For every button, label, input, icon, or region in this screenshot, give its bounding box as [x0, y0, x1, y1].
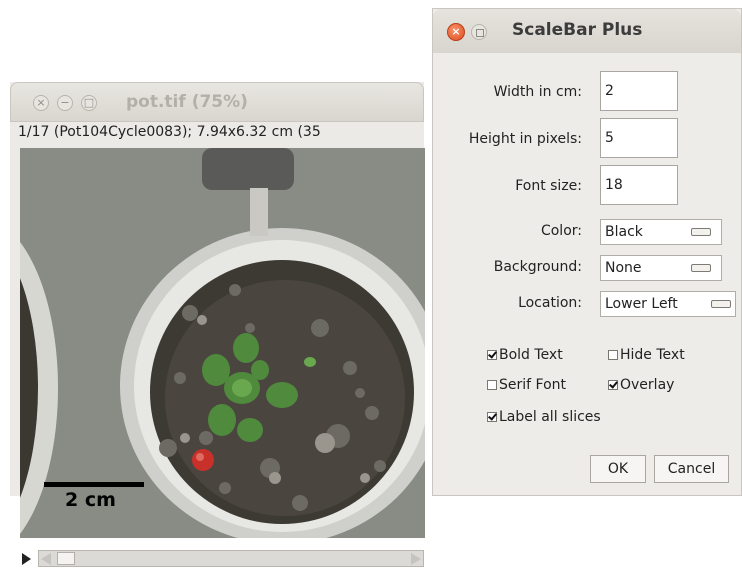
ok-button[interactable]: OK [590, 455, 646, 483]
overlay-checkbox[interactable]: Overlay [608, 377, 674, 393]
slice-navigation [20, 549, 425, 569]
plant-image[interactable]: 2 cm [20, 148, 425, 538]
bold-text-label: Bold Text [499, 347, 563, 363]
dropdown-icon [691, 228, 711, 236]
overlay-label: Overlay [620, 377, 675, 393]
scroll-right-arrow-icon[interactable] [411, 553, 421, 565]
play-icon[interactable] [22, 553, 31, 565]
font-size-label: Font size: [515, 178, 582, 194]
dialog-title: ScaleBar Plus [512, 20, 643, 40]
height-input[interactable] [600, 118, 678, 158]
dropdown-icon [711, 300, 731, 308]
close-icon[interactable]: × [447, 23, 465, 41]
scroll-thumb[interactable] [57, 552, 75, 565]
scroll-left-arrow-icon[interactable] [41, 553, 51, 565]
height-label: Height in pixels: [468, 131, 582, 147]
location-select-value: Lower Left [605, 296, 678, 312]
serif-font-label: Serif Font [499, 377, 567, 393]
plant-photo-graphic [20, 148, 425, 538]
checkbox-unchecked-icon[interactable] [608, 350, 618, 360]
checkbox-checked-icon[interactable] [487, 350, 497, 360]
slice-scrollbar[interactable] [38, 550, 424, 567]
background-select[interactable]: None [600, 255, 722, 281]
label-all-slices-checkbox[interactable]: Label all slices [487, 409, 601, 425]
scale-bar-line [44, 482, 144, 487]
image-window: × − □ pot.tif (75%) 1/17 (Pot104Cycle008… [10, 82, 425, 567]
label-all-slices-label: Label all slices [499, 409, 601, 425]
location-select[interactable]: Lower Left [600, 291, 736, 317]
width-input[interactable] [600, 71, 678, 111]
checkbox-checked-icon[interactable] [487, 412, 497, 422]
checkbox-checked-icon[interactable] [608, 380, 618, 390]
maximize-icon[interactable] [471, 24, 487, 40]
background-select-value: None [605, 260, 642, 276]
close-icon[interactable]: × [33, 95, 49, 111]
bold-text-checkbox[interactable]: Bold Text [487, 347, 563, 363]
background-label: Background: [493, 259, 582, 275]
image-window-titlebar[interactable]: × − □ pot.tif (75%) [10, 82, 424, 122]
scalebar-dialog: × ScaleBar Plus Width in cm: Height in p… [432, 8, 742, 496]
color-label: Color: [540, 223, 582, 239]
image-window-title: pot.tif (75%) [126, 92, 248, 112]
color-select-value: Black [605, 224, 643, 240]
checkbox-unchecked-icon[interactable] [487, 380, 497, 390]
scale-bar-label: 2 cm [65, 489, 116, 511]
dialog-titlebar[interactable]: × ScaleBar Plus [433, 9, 741, 53]
image-info-line: 1/17 (Pot104Cycle0083); 7.94x6.32 cm (35 [18, 124, 321, 140]
dropdown-icon [691, 264, 711, 272]
location-label: Location: [518, 295, 582, 311]
minimize-icon[interactable]: − [57, 95, 73, 111]
color-select[interactable]: Black [600, 219, 722, 245]
maximize-icon[interactable]: □ [81, 95, 97, 111]
hide-text-checkbox[interactable]: Hide Text [608, 347, 685, 363]
serif-font-checkbox[interactable]: Serif Font [487, 377, 566, 393]
cancel-button[interactable]: Cancel [654, 455, 729, 483]
width-label: Width in cm: [493, 84, 582, 100]
hide-text-label: Hide Text [620, 347, 685, 363]
font-size-input[interactable] [600, 165, 678, 205]
